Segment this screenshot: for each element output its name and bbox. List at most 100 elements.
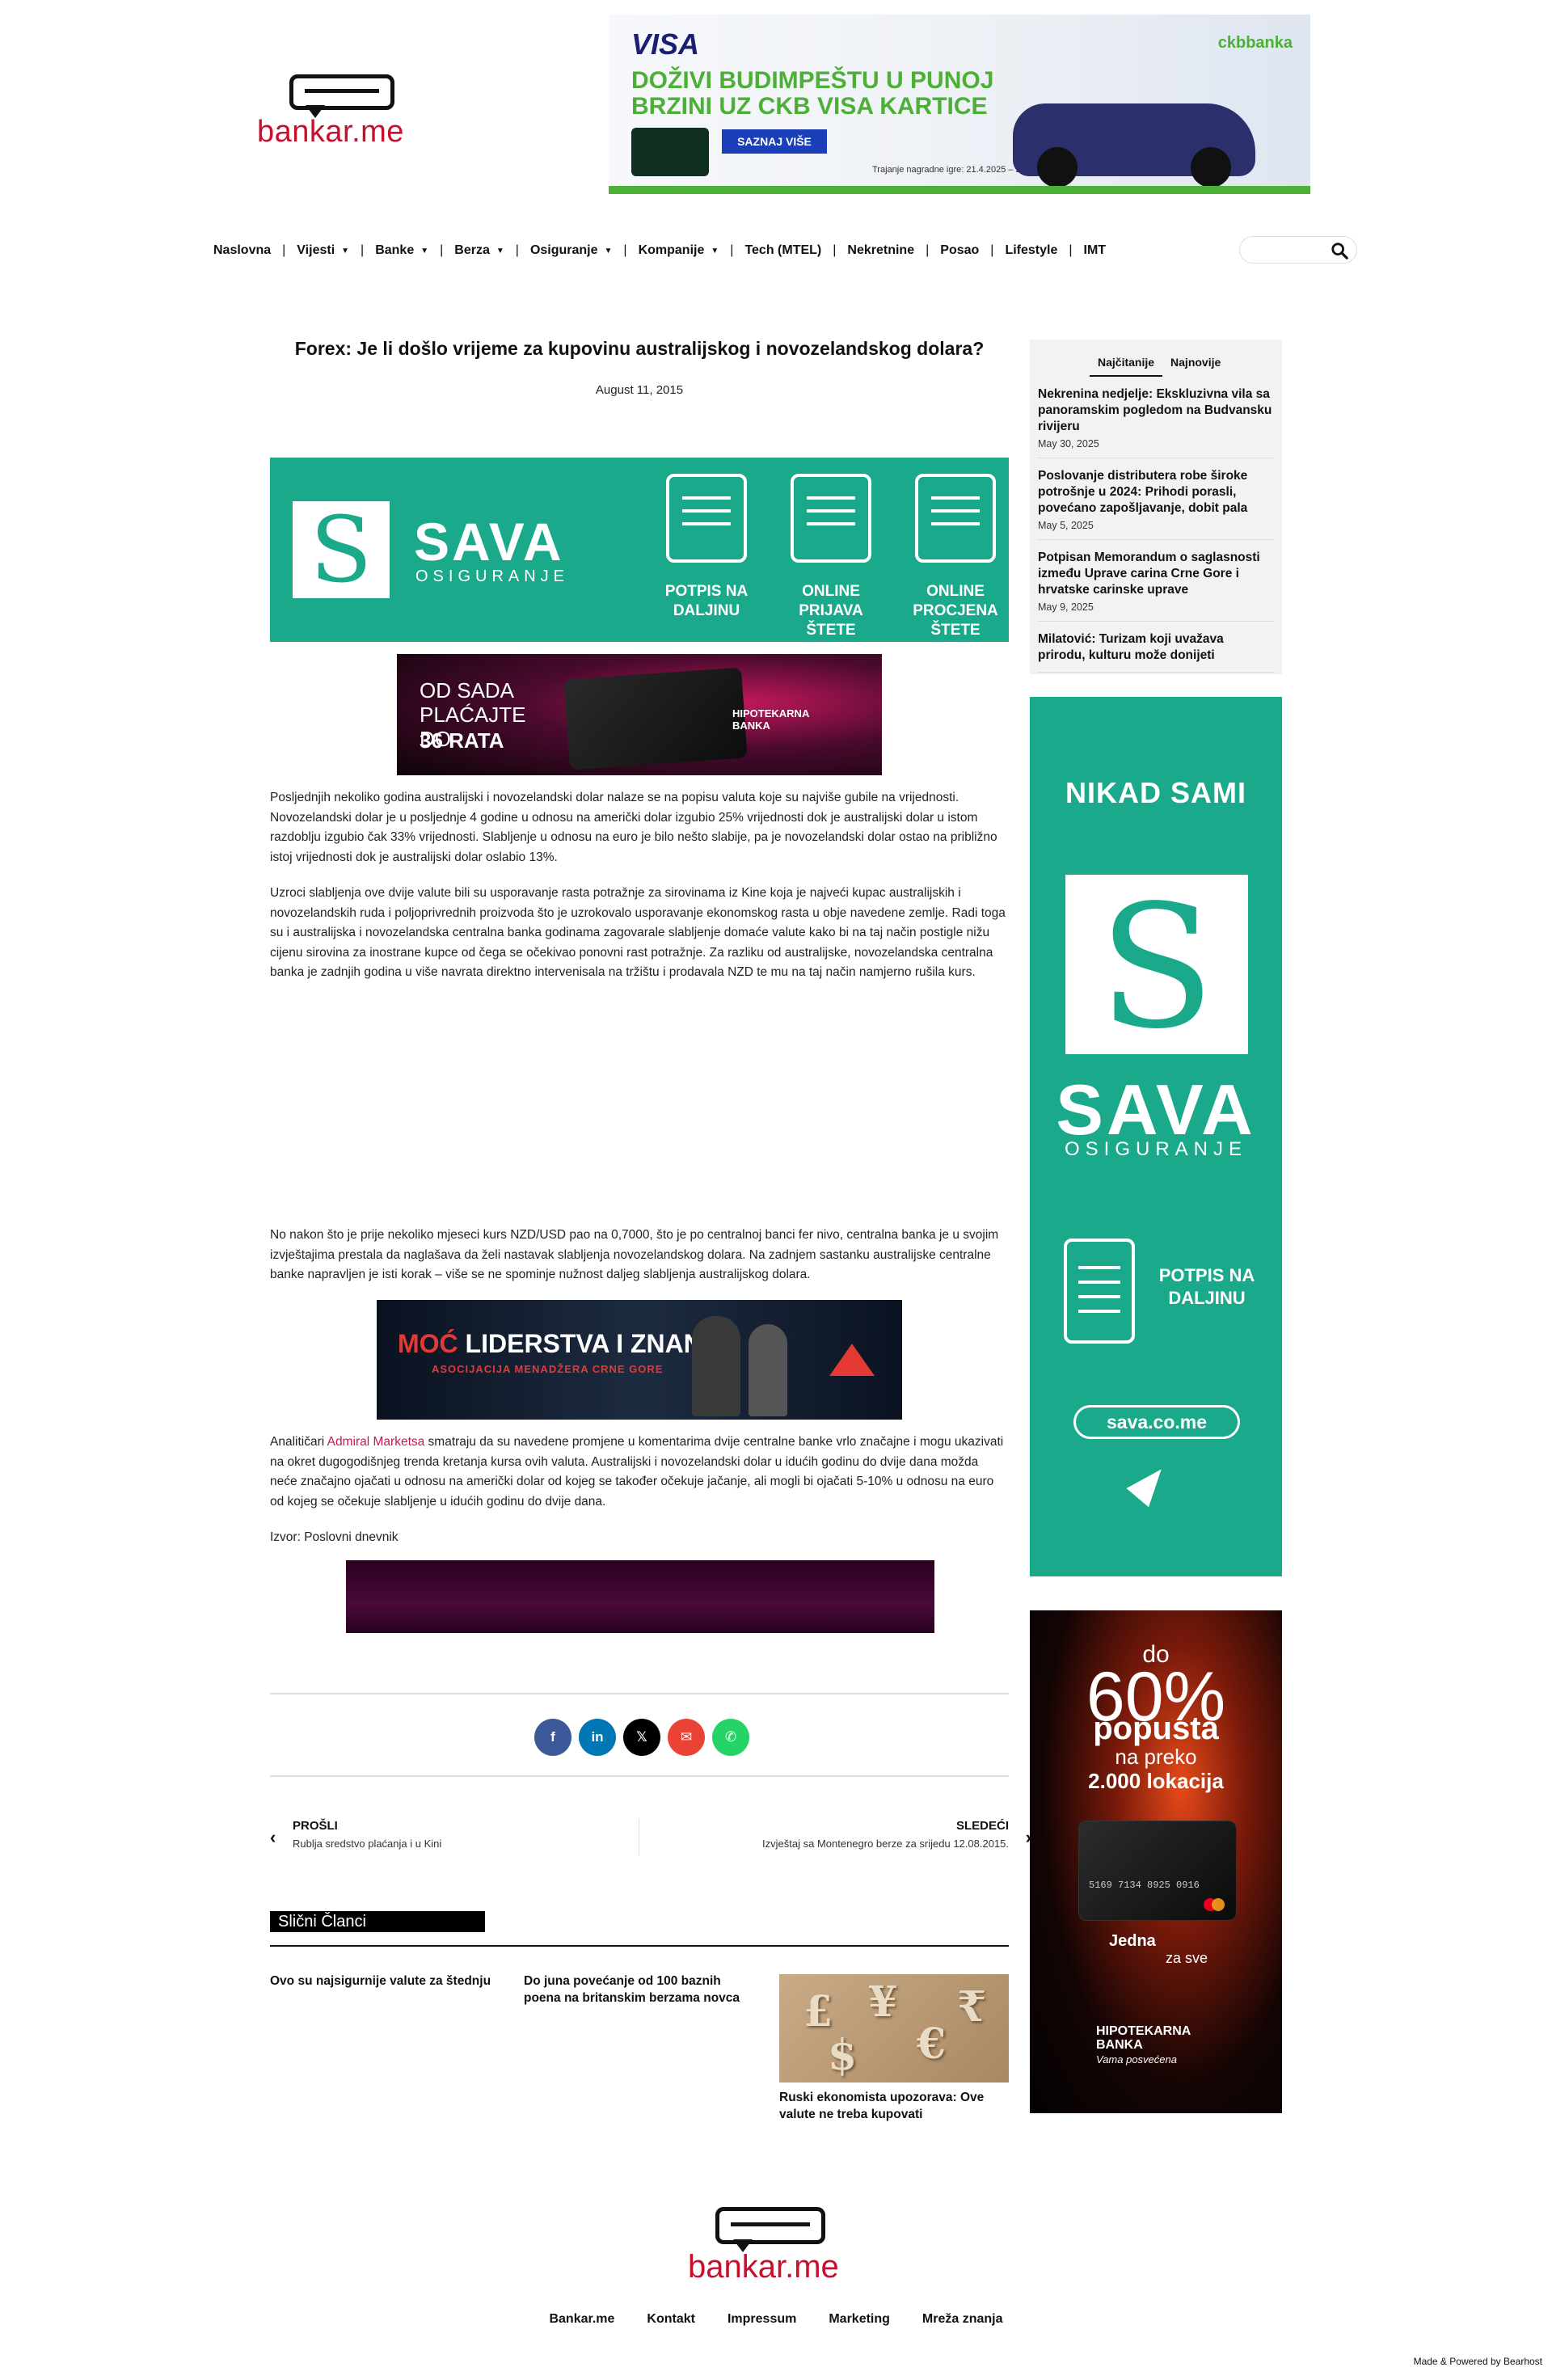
- site-logo[interactable]: bankar.me: [257, 74, 435, 151]
- footer-nav: Bankar.me Kontakt Impressum Marketing Mr…: [0, 2312, 1552, 2327]
- popular-post-title: Poslovanje distributera robe široke potr…: [1038, 469, 1248, 515]
- top-ad-banner[interactable]: VISA ckbbanka DOŽIVI BUDIMPEŠTU U PUNOJ …: [609, 15, 1310, 194]
- popular-post-date: May 5, 2025: [1038, 520, 1094, 531]
- share-linkedin-button[interactable]: in: [579, 1719, 616, 1756]
- currency-coins-image[interactable]: £ ¥ € $ ₹: [779, 1974, 1009, 2082]
- car-phone-icon: [915, 474, 996, 563]
- popular-post-title: Potpisan Memorandum o saglasnosti između…: [1038, 551, 1260, 597]
- footer-link-mreza-znanja[interactable]: Mreža znanja: [922, 2312, 1003, 2327]
- tab-most-read[interactable]: Najčitanije: [1090, 356, 1163, 377]
- sava-tall-slogan: NIKAD SAMI: [1065, 776, 1246, 809]
- sava-sub: OSIGURANJE: [415, 568, 570, 585]
- share-facebook-button[interactable]: f: [534, 1719, 571, 1756]
- nav-item-osiguranje[interactable]: Osiguranje ▼: [519, 243, 623, 258]
- logo-text: bankar.me: [257, 115, 404, 149]
- hipo-tall-ad[interactable]: do 60% popusta na preko 2.000 lokacija 5…: [1030, 1610, 1282, 2113]
- facebook-icon: f: [550, 1729, 555, 1745]
- hipo-small-ad[interactable]: OD SADA PLAĆAJTE DO 36 RATA HIPOTEKARNA …: [397, 654, 882, 775]
- footer-logo[interactable]: bankar.me: [686, 2207, 872, 2288]
- similar-article-link[interactable]: Ruski ekonomista upozorava: Ove valute n…: [779, 2089, 1009, 2123]
- tab-newest[interactable]: Najnovije: [1162, 356, 1229, 377]
- credit-card-image: [563, 667, 748, 770]
- whatsapp-icon: ✆: [724, 1729, 737, 1745]
- popular-tabs: Najčitanije Najnovije: [1090, 356, 1229, 377]
- admiral-markets-link[interactable]: Admiral Marketsa: [327, 1435, 425, 1449]
- article-paragraph-4: Analitičari Admiral Marketsa smatraju da…: [270, 1435, 1004, 1509]
- prev-post-title: Rublja sredstvo plaćanja i u Kini: [293, 1838, 442, 1850]
- email-icon: ✉: [680, 1729, 693, 1745]
- search-input[interactable]: [1248, 240, 1329, 260]
- popular-post-date: May 30, 2025: [1038, 438, 1099, 449]
- prev-post-link[interactable]: ‹ PROŠLI Rublja sredstvo plaćanja i u Ki…: [270, 1819, 441, 1850]
- article-source: Izvor: Poslovni dnevnik: [270, 1530, 399, 1544]
- similar-article-link[interactable]: Ovo su najsigurnije valute za štednju: [270, 1973, 504, 1990]
- sava-logo-icon: S: [293, 498, 390, 603]
- divider: [270, 1775, 1009, 1777]
- article-title: Forex: Je li došlo vrijeme za kupovinu a…: [294, 338, 985, 359]
- tablet-icon: [791, 474, 871, 563]
- hipo-brand: HIPOTEKARNA BANKA: [732, 707, 809, 732]
- footer-link-impressum[interactable]: Impressum: [728, 2312, 796, 2327]
- article-paragraph-1: Posljednjih nekoliko godina australijski…: [270, 791, 997, 864]
- sava-url[interactable]: sava.co.me: [1073, 1405, 1240, 1439]
- next-post-link[interactable]: › SLEDEĆI Izvještaj sa Montenegro berze …: [762, 1819, 1031, 1850]
- sava-tall-sub: OSIGURANJE: [1064, 1138, 1248, 1160]
- footer-link-bankar[interactable]: Bankar.me: [549, 2312, 614, 2327]
- chevron-left-icon: ‹: [270, 1827, 276, 1847]
- divider: [270, 1693, 1009, 1694]
- sava-tall-ad[interactable]: NIKAD SAMI S SAVA OSIGURANJE POTPIS NA D…: [1030, 697, 1282, 1576]
- footer-link-kontakt[interactable]: Kontakt: [647, 2312, 695, 2327]
- nav-item-kompanije[interactable]: Kompanije ▼: [627, 243, 731, 258]
- banner-cta-button[interactable]: SAZNAJ VIŠE: [722, 129, 827, 154]
- nav-item-banke[interactable]: Banke ▼: [364, 243, 440, 258]
- sava-wide-ad[interactable]: S SAVA OSIGURANJE POTPIS NA DALJINU ONLI…: [270, 458, 1009, 642]
- credit-card-image: 5169 7134 8925 0916: [1078, 1821, 1237, 1921]
- nav-item-lifestyle[interactable]: Lifestyle: [993, 243, 1069, 258]
- article-paragraph-2: Uzroci slabljenja ove dvije valute bili …: [270, 886, 1006, 979]
- nav-item-posao[interactable]: Posao: [929, 243, 990, 258]
- nav-item-naslovna[interactable]: Naslovna: [202, 243, 282, 258]
- similar-articles-heading: Slični Članci: [270, 1911, 485, 1932]
- hipo-line2: 36 RATA: [420, 728, 504, 753]
- share-email-button[interactable]: ✉: [668, 1719, 705, 1756]
- sava-logo-icon: S: [1065, 868, 1248, 1066]
- list-item[interactable]: Potpisan Memorandum o saglasnosti između…: [1038, 550, 1274, 622]
- x-icon: 𝕏: [636, 1729, 647, 1745]
- nav-item-vijesti[interactable]: Vijesti ▼: [285, 243, 361, 258]
- visa-brand: VISA: [631, 27, 700, 61]
- search-box[interactable]: [1239, 236, 1357, 264]
- search-icon[interactable]: [1331, 242, 1348, 260]
- footer-credit: Made & Powered by Bearhost: [1413, 2356, 1542, 2367]
- divider: [270, 1945, 1009, 1947]
- feature-online-claim: ONLINE PRIJAVA ŠTETE: [774, 474, 888, 640]
- card-image: [631, 128, 709, 176]
- similar-article-link[interactable]: Do juna povećanje od 100 baznih poena na…: [524, 1973, 758, 2007]
- article-date: August 11, 2015: [595, 383, 684, 397]
- card-number: 5169 7134 8925 0916: [1089, 1880, 1200, 1891]
- amcg-ad[interactable]: MOĆ LIDERSTVA I ZNANJA ASOCIJACIJA MENAD…: [377, 1300, 902, 1420]
- click-cursor-icon: [1126, 1459, 1173, 1508]
- chevron-down-icon: ▼: [604, 246, 613, 255]
- share-whatsapp-button[interactable]: ✆: [712, 1719, 749, 1756]
- next-post-title: Izvještaj sa Montenegro berze za srijedu…: [762, 1838, 1009, 1850]
- nav-item-tech-mtel[interactable]: Tech (MTEL): [733, 243, 833, 258]
- popular-post-title: Nekrenina nedjelje: Ekskluzivna vila sa …: [1038, 387, 1272, 433]
- chevron-down-icon: ▼: [420, 246, 429, 255]
- share-x-button[interactable]: 𝕏: [623, 1719, 660, 1756]
- hipo-brand: HIPOTEKARNA BANKA: [1096, 2024, 1191, 2052]
- mastercard-icon: [1204, 1898, 1225, 1911]
- list-item[interactable]: Milatović: Turizam koji uvažava prirodu,…: [1038, 631, 1274, 673]
- footer-link-marketing[interactable]: Marketing: [829, 2312, 890, 2327]
- list-item[interactable]: Poslovanje distributera robe široke potr…: [1038, 468, 1274, 540]
- nav-item-imt[interactable]: IMT: [1073, 243, 1118, 258]
- list-item[interactable]: Nekrenina nedjelje: Ekskluzivna vila sa …: [1038, 386, 1274, 458]
- nav-item-berza[interactable]: Berza ▼: [443, 243, 515, 258]
- nav-item-nekretnine[interactable]: Nekretnine: [836, 243, 926, 258]
- person-image: [749, 1324, 787, 1416]
- footer-logo-text: bankar.me: [688, 2249, 839, 2285]
- bank-brand: ckbbanka: [1217, 34, 1293, 52]
- popular-post-title: Milatović: Turizam koji uvažava prirodu,…: [1038, 632, 1224, 662]
- ad-placeholder[interactable]: [346, 1560, 934, 1633]
- document-sign-icon: [666, 474, 747, 563]
- sava-tall-feature: POTPIS NA DALJINU: [1158, 1265, 1255, 1308]
